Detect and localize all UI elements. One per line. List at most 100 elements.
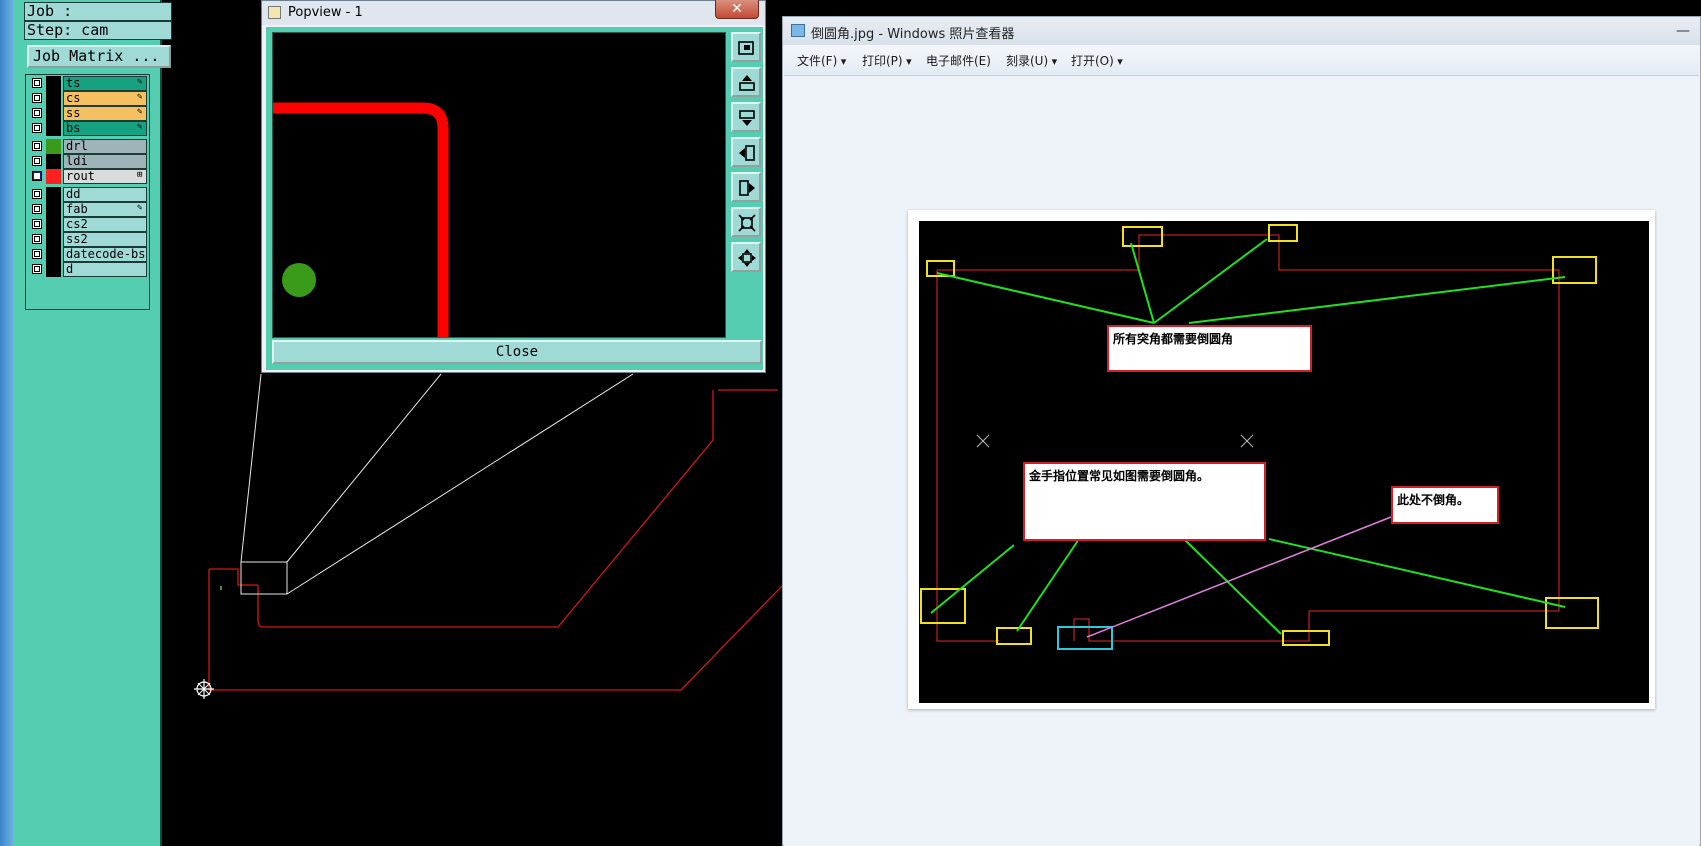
layer-name[interactable]: ss — [63, 106, 147, 121]
menu-label: 电子邮件(E) — [926, 54, 991, 68]
layer-row-d[interactable]: d — [29, 262, 147, 277]
layer-row-fab[interactable]: fab ✎ — [29, 202, 147, 217]
viewer-menubar: 文件(F) ▾ 打印(P) ▾ 电子邮件(E) 刻录(U) ▾ 打开(O) ▾ — [784, 45, 1699, 76]
layer-name[interactable]: ss2 — [63, 232, 147, 247]
layer-checkbox[interactable] — [32, 123, 42, 133]
layer-color-swatch[interactable] — [46, 232, 61, 247]
layer-row-rout[interactable]: rout ⊞ — [29, 169, 147, 184]
layer-row-cs[interactable]: cs ✎ — [29, 91, 147, 106]
zoom-box-button[interactable] — [731, 32, 761, 62]
layer-name[interactable]: ldi — [63, 154, 147, 169]
checkbox-inner — [34, 206, 40, 212]
layer-row-bs[interactable]: bs ✎ — [29, 121, 147, 136]
layer-color-swatch[interactable] — [46, 76, 61, 91]
job-matrix-button[interactable]: Job Matrix ... — [27, 45, 171, 68]
drill-point — [220, 586, 222, 590]
layer-checkbox[interactable] — [32, 141, 42, 151]
layer-checkbox[interactable] — [32, 204, 42, 214]
layer-name[interactable]: fab — [63, 202, 147, 217]
layer-color-swatch[interactable] — [46, 91, 61, 106]
layer-row-ss[interactable]: ss ✎ — [29, 106, 147, 121]
menu-item-4[interactable]: 打开(O) ▾ — [1071, 52, 1123, 69]
photo-viewer-icon — [791, 24, 805, 37]
layer-list: ts ✎ cs ✎ ss ✎ bs ✎ drl ldi rout ⊞ dd fab ✎ cs2 ss2 datec… — [25, 74, 150, 310]
menu-label: 打印(P) — [862, 54, 903, 68]
corner-marker — [1282, 630, 1330, 646]
layer-color-swatch[interactable] — [46, 169, 61, 184]
layer-checkbox[interactable] — [32, 108, 42, 118]
zoom-home-button[interactable] — [731, 242, 761, 272]
menu-item-0[interactable]: 文件(F) ▾ — [797, 52, 846, 69]
layer-name[interactable]: rout — [63, 169, 147, 184]
layer-checkbox[interactable] — [32, 219, 42, 229]
layer-row-drl[interactable]: drl — [29, 139, 147, 154]
close-button[interactable]: Close — [272, 340, 762, 364]
layer-checkbox[interactable] — [32, 189, 42, 199]
layer-checkbox[interactable] — [32, 249, 42, 259]
layer-color-swatch[interactable] — [46, 217, 61, 232]
layer-checkbox[interactable] — [32, 234, 42, 244]
zoom-fit-button[interactable] — [731, 207, 761, 237]
layer-color-swatch[interactable] — [46, 202, 61, 217]
menu-item-1[interactable]: 打印(P) ▾ — [862, 52, 912, 69]
layer-color-swatch[interactable] — [46, 106, 61, 121]
layer-row-dd[interactable]: dd — [29, 187, 147, 202]
layer-edit-icon: ✎ — [137, 122, 143, 132]
minimize-button[interactable]: — — [1676, 23, 1698, 39]
layer-row-ldi[interactable]: ldi — [29, 154, 147, 169]
origin-icon — [194, 679, 214, 699]
layer-color-swatch[interactable] — [46, 262, 61, 277]
layer-color-swatch[interactable] — [46, 247, 61, 262]
layer-color-swatch[interactable] — [46, 154, 61, 169]
layer-row-ts[interactable]: ts ✎ — [29, 76, 147, 91]
menu-item-2[interactable]: 电子邮件(E) — [926, 52, 991, 69]
layer-checkbox[interactable] — [32, 156, 42, 166]
checkbox-inner — [34, 173, 40, 179]
viewer-titlebar[interactable]: 倒圆角.jpg - Windows 照片查看器 — — [783, 17, 1700, 45]
layer-name[interactable]: dd — [63, 187, 147, 202]
checkbox-inner — [34, 143, 40, 149]
layer-row-cs2[interactable]: cs2 — [29, 217, 147, 232]
window-close-button[interactable]: ✕ — [715, 0, 759, 19]
pan-down-button[interactable] — [731, 102, 761, 132]
checkbox-inner — [34, 80, 40, 86]
pan-up-icon — [739, 75, 755, 91]
layer-color-swatch[interactable] — [46, 121, 61, 136]
menu-item-3[interactable]: 刻录(U) ▾ — [1006, 52, 1057, 69]
viewer-title: 倒圆角.jpg - Windows 照片查看器 — [811, 27, 1015, 42]
popview-zoom-box — [240, 561, 288, 595]
zoom-home-icon — [738, 249, 756, 267]
pan-left-button[interactable] — [731, 137, 761, 167]
layer-row-ss2[interactable]: ss2 — [29, 232, 147, 247]
popview-canvas[interactable] — [272, 32, 726, 338]
pan-right-button[interactable] — [731, 172, 761, 202]
layer-color-swatch[interactable] — [46, 139, 61, 154]
cross-marks — [976, 434, 1254, 448]
layer-name[interactable]: cs — [63, 91, 147, 106]
popview-titlebar[interactable]: Popview - 1 ✕ — [262, 0, 765, 25]
pan-up-button[interactable] — [731, 67, 761, 97]
checkbox-inner — [34, 236, 40, 242]
layer-checkbox[interactable] — [32, 93, 42, 103]
layer-name[interactable]: cs2 — [63, 217, 147, 232]
layer-edit-icon: ✎ — [137, 77, 143, 87]
dropdown-arrow-icon: ▾ — [902, 55, 912, 68]
rout-notch — [209, 568, 258, 586]
annotation-arrows — [930, 238, 1566, 635]
layer-checkbox[interactable] — [32, 264, 42, 274]
checkbox-inner — [34, 158, 40, 164]
layer-name[interactable]: bs — [63, 121, 147, 136]
layer-checkbox[interactable] — [32, 171, 42, 181]
layer-name[interactable]: d — [63, 262, 147, 277]
layer-name[interactable]: datecode-bs — [63, 247, 147, 262]
photo-board-image: 所有突角都需要倒圆角 金手指位置常见如图需要倒圆角。 此处不倒角。 — [919, 221, 1649, 703]
photo-viewer-window: 倒圆角.jpg - Windows 照片查看器 — 文件(F) ▾ 打印(P) ▾… — [782, 16, 1701, 846]
corner-marker — [1122, 226, 1163, 247]
checkbox-inner — [34, 266, 40, 272]
layer-name[interactable]: drl — [63, 139, 147, 154]
corner-marker — [920, 588, 966, 624]
layer-row-datecode-bs[interactable]: datecode-bs — [29, 247, 147, 262]
layer-checkbox[interactable] — [32, 78, 42, 88]
layer-color-swatch[interactable] — [46, 187, 61, 202]
layer-name[interactable]: ts — [63, 76, 147, 91]
